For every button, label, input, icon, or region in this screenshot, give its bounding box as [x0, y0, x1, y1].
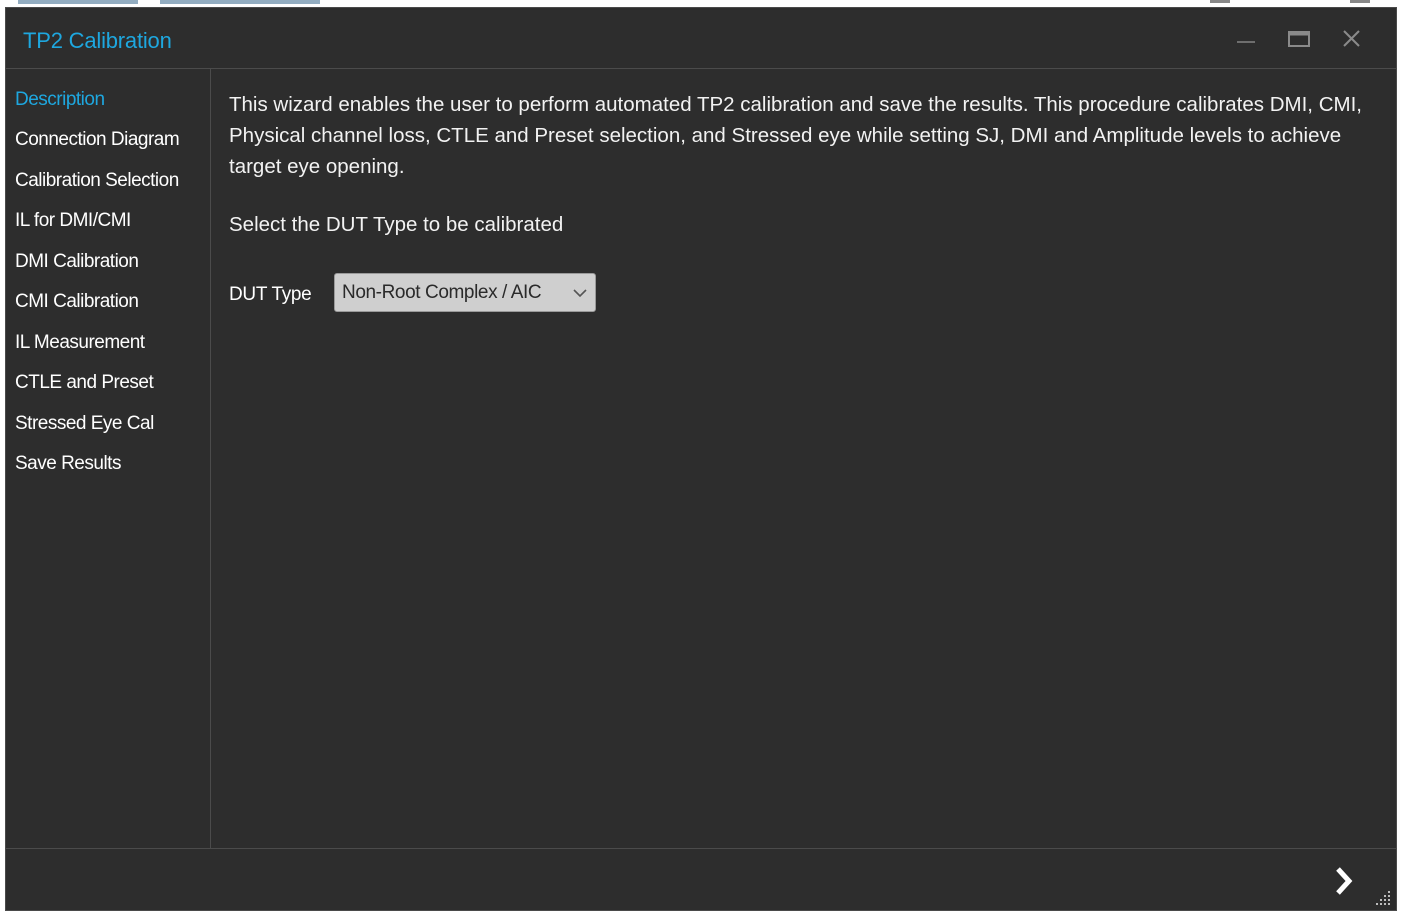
nav-item-dmi-calibration[interactable]: DMI Calibration [15, 251, 139, 273]
dut-type-selected-value: Non-Root Complex / AIC [342, 282, 542, 303]
nav-item-ctle-and-preset[interactable]: CTLE and Preset [15, 372, 154, 394]
calibration-window: TP2 Calibration Description Connection D… [5, 7, 1397, 911]
wizard-step-nav: Description Connection Diagram Calibrati… [6, 69, 211, 848]
nav-item-il-for-dmi-cmi[interactable]: IL for DMI/CMI [15, 210, 131, 232]
wizard-content: This wizard enables the user to perform … [211, 69, 1396, 848]
dut-type-prompt: Select the DUT Type to be calibrated [229, 213, 564, 236]
resize-grip-icon [1376, 891, 1390, 905]
nav-item-cmi-calibration[interactable]: CMI Calibration [15, 291, 139, 313]
nav-item-il-measurement[interactable]: IL Measurement [15, 332, 145, 354]
description-text: This wizard enables the user to perform … [229, 93, 1362, 178]
close-button[interactable] [1338, 26, 1366, 54]
background-window-text [18, 0, 138, 4]
nav-item-stressed-eye-cal[interactable]: Stressed Eye Cal [15, 413, 154, 435]
background-window-control [1350, 0, 1370, 3]
background-window-text [160, 0, 320, 4]
maximize-button[interactable] [1286, 26, 1314, 54]
window-title: TP2 Calibration [23, 28, 172, 53]
chevron-down-icon [573, 289, 587, 298]
background-window-strip [0, 0, 1403, 7]
nav-item-connection-diagram[interactable]: Connection Diagram [15, 129, 180, 151]
maximize-icon [1288, 31, 1310, 47]
dut-type-dropdown[interactable]: Non-Root Complex / AIC [334, 273, 596, 312]
minimize-button[interactable] [1233, 26, 1261, 54]
nav-item-description[interactable]: Description [15, 89, 105, 111]
dut-type-label: DUT Type [229, 284, 312, 305]
close-icon [1343, 30, 1360, 47]
wizard-footer [6, 848, 1396, 910]
nav-item-calibration-selection[interactable]: Calibration Selection [15, 170, 179, 192]
minimize-icon [1237, 41, 1255, 43]
title-bar[interactable]: TP2 Calibration [6, 8, 1396, 69]
nav-item-save-results[interactable]: Save Results [15, 453, 121, 475]
chevron-right-icon [1336, 867, 1353, 895]
resize-grip[interactable] [1374, 889, 1392, 907]
background-window-control [1210, 0, 1230, 3]
next-button[interactable] [1328, 863, 1360, 899]
